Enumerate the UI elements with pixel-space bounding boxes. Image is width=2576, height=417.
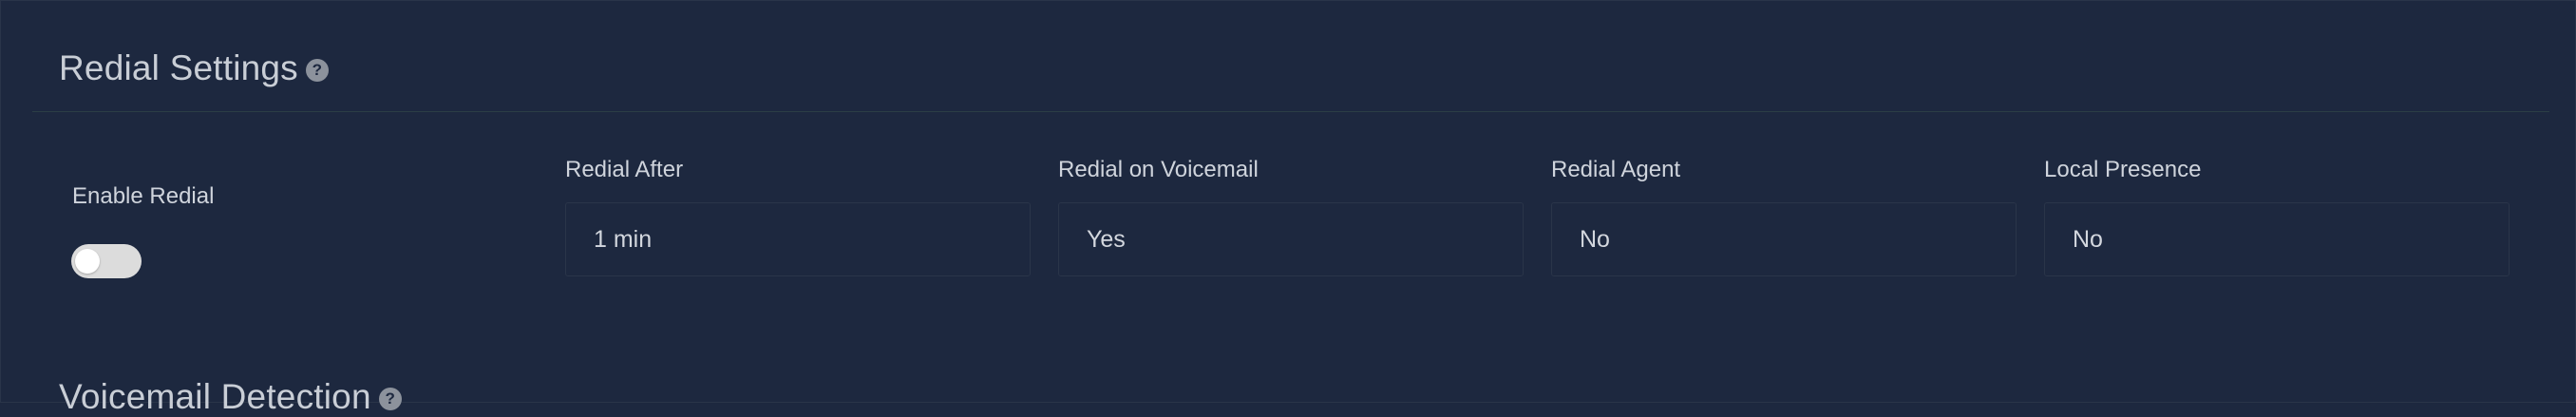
redial-settings-panel: Redial Settings ? Enable Redial Redial A… [0, 0, 2576, 416]
redial-after-field[interactable]: 1 min [565, 202, 1031, 276]
redial-on-voicemail-field[interactable]: Yes [1058, 202, 1524, 276]
voicemail-detection-header: Voicemail Detection ? [59, 377, 402, 417]
redial-on-voicemail-label: Redial on Voicemail [1058, 157, 1259, 182]
question-circle-icon[interactable]: ? [378, 388, 402, 410]
enable-redial-label: Enable Redial [72, 183, 215, 209]
redial-after-value: 1 min [594, 225, 653, 253]
section-title: Redial Settings [59, 48, 298, 87]
section-divider [32, 111, 2549, 112]
local-presence-field[interactable]: No [2044, 202, 2510, 276]
local-presence-label: Local Presence [2044, 157, 2202, 182]
redial-agent-field[interactable]: No [1551, 202, 2017, 276]
question-circle-icon[interactable]: ? [305, 59, 329, 82]
redial-settings-header: Redial Settings ? [59, 48, 329, 88]
section-title: Voicemail Detection [59, 377, 371, 416]
redial-after-label: Redial After [565, 157, 684, 182]
enable-redial-toggle[interactable] [71, 244, 142, 278]
redial-agent-label: Redial Agent [1551, 157, 1681, 182]
local-presence-value: No [2073, 225, 2103, 253]
redial-on-voicemail-value: Yes [1087, 225, 1126, 253]
redial-agent-value: No [1580, 225, 1610, 253]
toggle-knob [75, 249, 100, 274]
